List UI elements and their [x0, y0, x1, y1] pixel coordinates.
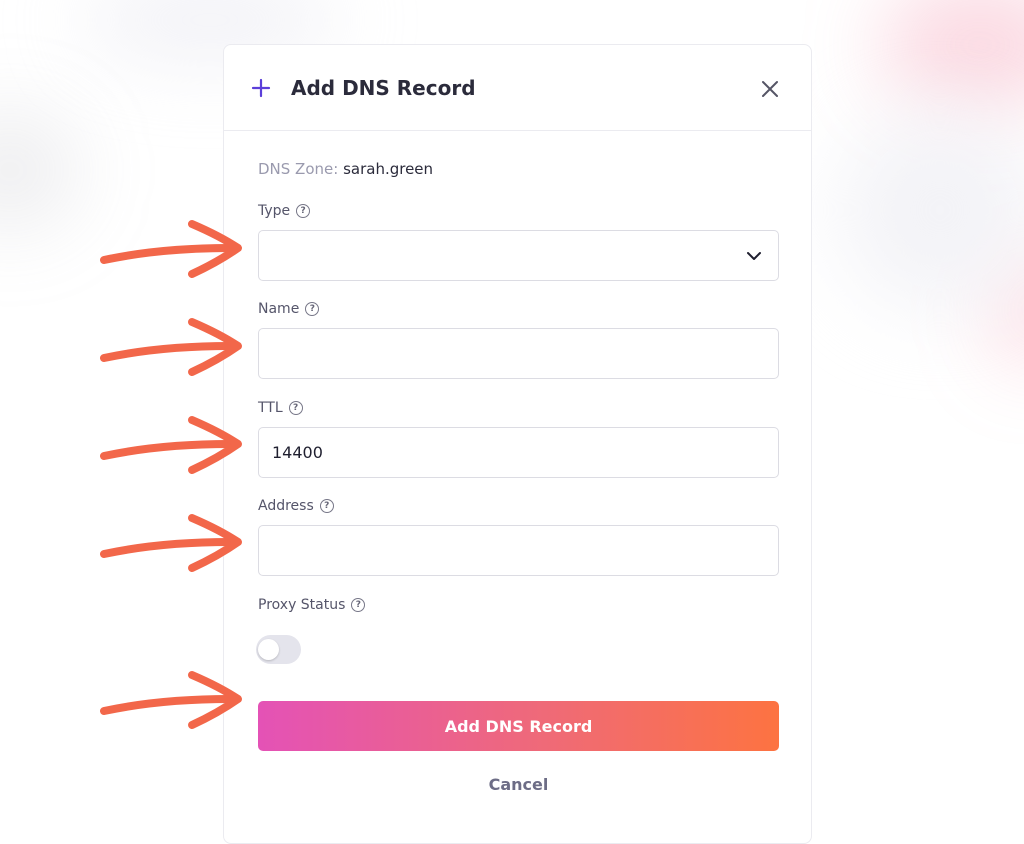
- help-icon[interactable]: ?: [320, 499, 334, 513]
- address-label-text: Address: [258, 497, 314, 515]
- dns-zone-info: DNS Zone: sarah.green: [258, 159, 433, 179]
- help-icon[interactable]: ?: [296, 204, 310, 218]
- add-dns-record-button[interactable]: Add DNS Record: [258, 701, 779, 751]
- address-label: Address ?: [258, 497, 334, 515]
- name-label-text: Name: [258, 300, 299, 318]
- plus-icon: [251, 78, 271, 98]
- close-icon[interactable]: [760, 79, 780, 99]
- address-input[interactable]: [258, 525, 779, 576]
- toggle-knob: [258, 639, 279, 660]
- modal-header: Add DNS Record: [224, 45, 811, 131]
- background-blur-blob: [880, 0, 1024, 110]
- proxy-status-label-text: Proxy Status: [258, 596, 345, 614]
- background-blur-blob: [840, 110, 1024, 310]
- ttl-label-text: TTL: [258, 399, 283, 417]
- type-label: Type ?: [258, 202, 310, 220]
- add-dns-record-modal: Add DNS Record DNS Zone: sarah.green Typ…: [223, 44, 812, 844]
- ttl-label: TTL ?: [258, 399, 303, 417]
- annotation-arrow-icon: [100, 316, 245, 378]
- proxy-status-toggle[interactable]: [256, 635, 301, 664]
- ttl-input[interactable]: 14400: [258, 427, 779, 478]
- annotation-arrow-icon: [100, 512, 245, 574]
- cancel-button[interactable]: Cancel: [258, 771, 779, 797]
- help-icon[interactable]: ?: [289, 401, 303, 415]
- proxy-status-label: Proxy Status ?: [258, 596, 365, 614]
- type-label-text: Type: [258, 202, 290, 220]
- modal-title: Add DNS Record: [291, 75, 476, 101]
- annotation-arrow-icon: [100, 414, 245, 476]
- type-select[interactable]: [258, 230, 779, 281]
- name-input[interactable]: [258, 328, 779, 379]
- background-blur-blob: [0, 110, 80, 230]
- annotation-arrow-icon: [100, 669, 245, 731]
- help-icon[interactable]: ?: [305, 302, 319, 316]
- chevron-down-icon: [746, 248, 762, 264]
- dns-zone-value: sarah.green: [343, 160, 433, 178]
- annotation-arrow-icon: [100, 218, 245, 280]
- help-icon[interactable]: ?: [351, 598, 365, 612]
- dns-zone-label: DNS Zone:: [258, 160, 343, 178]
- name-label: Name ?: [258, 300, 319, 318]
- ttl-input-value: 14400: [272, 443, 323, 462]
